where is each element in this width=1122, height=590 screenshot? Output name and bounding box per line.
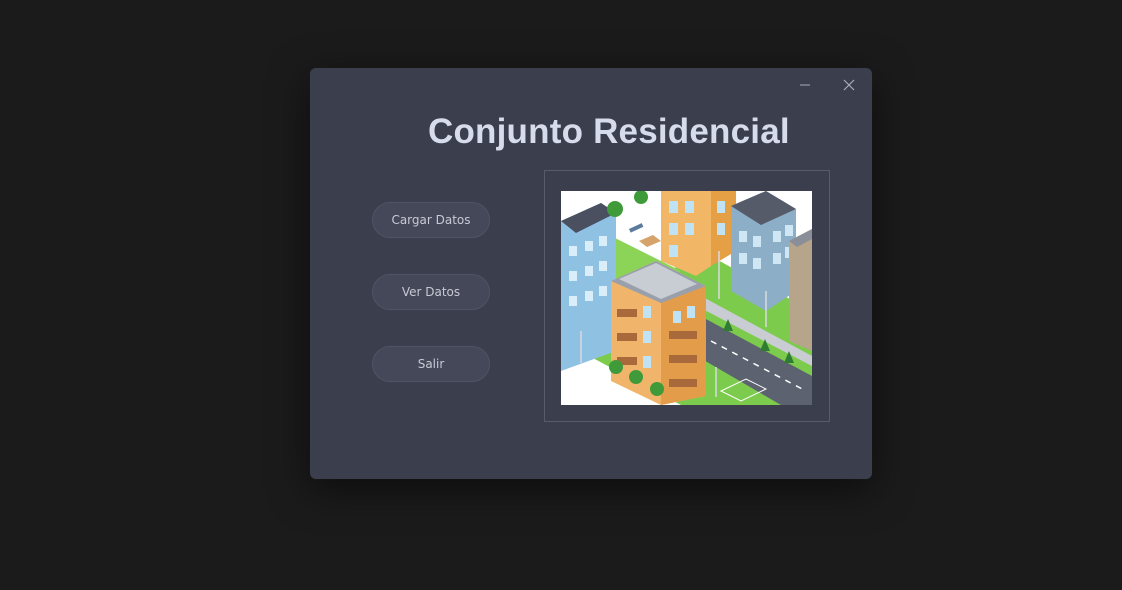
minimize-icon [800, 84, 810, 86]
image-panel [544, 170, 830, 422]
residential-buildings-image [561, 191, 812, 405]
page-title: Conjunto Residencial [428, 112, 790, 151]
isometric-city-illustration [561, 191, 812, 405]
load-data-button[interactable]: Cargar Datos [372, 202, 490, 238]
exit-button[interactable]: Salir [372, 346, 490, 382]
main-window: Conjunto Residencial Cargar Datos Ver Da… [310, 68, 872, 479]
view-data-button[interactable]: Ver Datos [372, 274, 490, 310]
close-button[interactable] [834, 74, 864, 96]
close-icon [843, 79, 855, 91]
minimize-button[interactable] [790, 74, 820, 96]
